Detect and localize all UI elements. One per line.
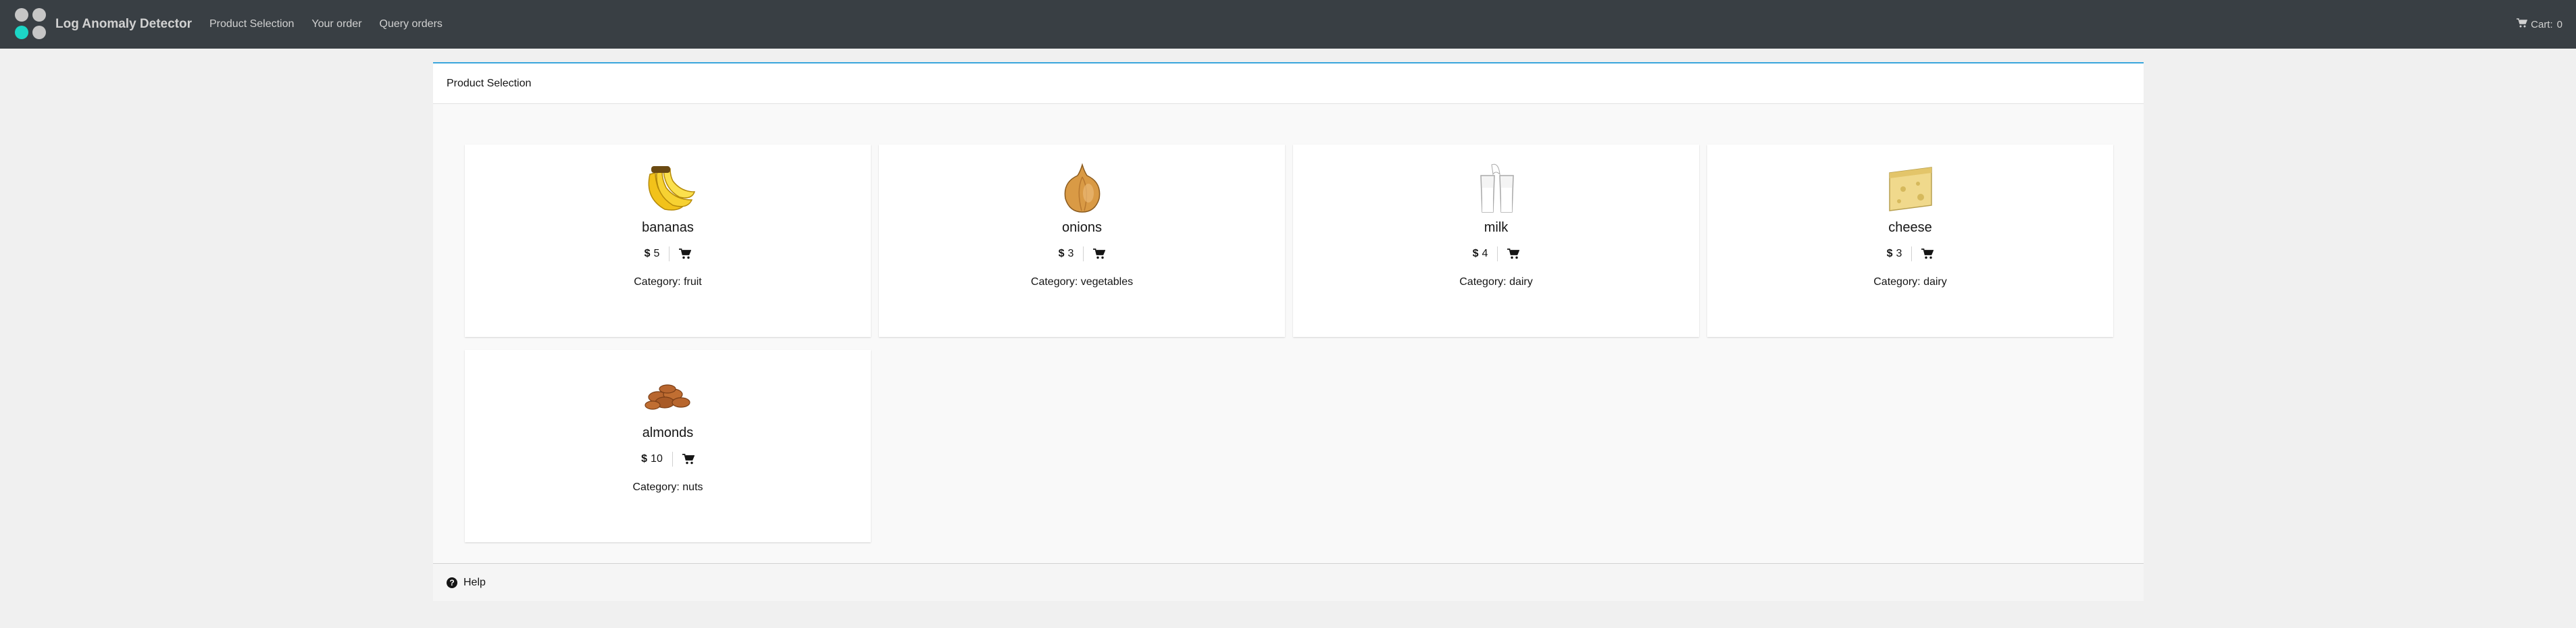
product-name: onions [1062, 220, 1102, 235]
cart-count: 0 [2556, 18, 2562, 30]
milk-image [1466, 161, 1527, 215]
question-circle-icon: ? [447, 577, 457, 588]
cheese-image [1880, 161, 1941, 215]
divider [1911, 246, 1913, 261]
price-row: $ 4 [1473, 246, 1520, 261]
app-brand[interactable]: Log Anomaly Detector [55, 17, 192, 32]
product-price: 5 [653, 248, 660, 259]
add-to-cart-icon[interactable] [1507, 248, 1520, 259]
shopping-cart-icon [2517, 18, 2531, 30]
app-logo-icon[interactable] [14, 7, 49, 42]
nav-query-orders[interactable]: Query orders [380, 18, 443, 30]
dollar-icon: $ [1886, 248, 1893, 259]
dollar-icon: $ [1058, 248, 1065, 259]
dollar-icon: $ [641, 453, 648, 465]
product-category: Category: dairy [1873, 276, 1947, 288]
almonds-image [638, 366, 699, 420]
nav-product-selection[interactable]: Product Selection [209, 18, 294, 30]
product-grid: bananas $ 5 Category: fruit onions $ 3 C… [465, 145, 2113, 542]
price-row: $ 5 [645, 246, 692, 261]
product-card-bananas: bananas $ 5 Category: fruit [465, 145, 871, 337]
product-card-milk: milk $ 4 Category: dairy [1293, 145, 1699, 337]
product-name: cheese [1888, 220, 1932, 235]
product-category: Category: dairy [1459, 276, 1533, 288]
add-to-cart-icon[interactable] [679, 248, 692, 259]
product-card-cheese: cheese $ 3 Category: dairy [1707, 145, 2113, 337]
panel-title: Product Selection [447, 77, 532, 89]
add-to-cart-icon[interactable] [1921, 248, 1934, 259]
nav-your-order[interactable]: Your order [311, 18, 361, 30]
product-category: Category: fruit [634, 276, 702, 288]
cart-label: Cart: [2531, 18, 2553, 30]
help-footer[interactable]: ? Help [433, 563, 2144, 601]
divider [1497, 246, 1498, 261]
banana-image [638, 161, 699, 215]
divider [669, 246, 670, 261]
dollar-icon: $ [1472, 248, 1479, 259]
price-row: $ 3 [1887, 246, 1934, 261]
product-category: Category: nuts [632, 481, 703, 493]
add-to-cart-icon[interactable] [1093, 248, 1106, 259]
product-price: 3 [1896, 248, 1902, 259]
product-name: bananas [642, 220, 694, 235]
cart-indicator[interactable]: Cart: 0 [2517, 0, 2562, 49]
product-price: 3 [1067, 248, 1074, 259]
panel-header: Product Selection [433, 63, 2144, 104]
product-price: 10 [651, 453, 663, 465]
product-card-almonds: almonds $ 10 Category: nuts [465, 350, 871, 542]
onion-image [1052, 161, 1113, 215]
top-navbar: Log Anomaly Detector Product Selection Y… [0, 0, 2576, 49]
divider [672, 452, 673, 467]
price-row: $ 3 [1059, 246, 1106, 261]
price-row: $ 10 [641, 452, 694, 467]
product-name: almonds [642, 425, 694, 440]
divider [1083, 246, 1084, 261]
product-price: 4 [1482, 248, 1488, 259]
product-card-onions: onions $ 3 Category: vegetables [879, 145, 1285, 337]
dollar-icon: $ [644, 248, 651, 259]
product-category: Category: vegetables [1030, 276, 1134, 288]
product-name: milk [1484, 220, 1509, 235]
help-label: Help [463, 576, 486, 588]
add-to-cart-icon[interactable] [682, 454, 694, 465]
product-selection-panel: Product Selection bananas $ 5 Category: … [433, 62, 2144, 601]
